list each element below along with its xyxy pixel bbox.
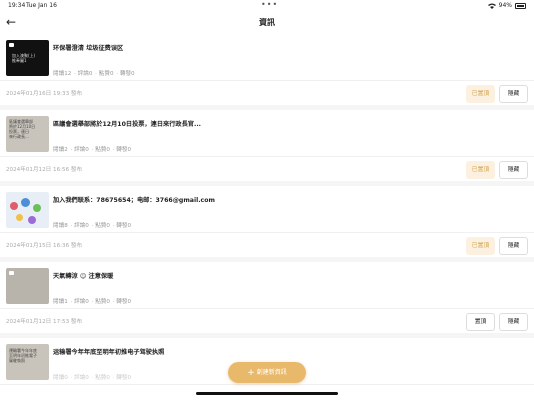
news-stats: 閱讀0 · 評論0 · 點贊0 · 轉發0 [53,375,132,381]
hide-button[interactable]: 隱藏 [499,85,528,103]
illustration-icon [28,216,36,224]
thumbnail-text: 運輸署今年年底 至明年初推電子 駕駛執照 [9,348,37,363]
likes-count: 點贊0 [95,299,110,305]
news-thumbnail: 區議會選舉部 將於12月10日 投票，連日 來行政長... [6,116,49,152]
status-bar: 19:34 Tue Jan 16 ••• 94% [0,0,534,12]
likes-count: 點贊0 [95,375,110,381]
create-news-label: 創建新資訊 [256,369,287,376]
publish-date: 2024年01月12日 17:53 發布 [6,319,83,325]
news-title: 环保署澄清 垃圾征费误区 [53,45,124,52]
publish-date: 2024年01月12日 16:56 發布 [6,167,83,173]
thumbnail-text: 區議會選舉部 將於12月10日 投票，連日 來行政長... [9,119,36,139]
wifi-icon [487,3,496,9]
shares-count: 轉發0 [116,299,132,305]
create-news-button[interactable]: + 創建新資訊 [228,362,306,383]
pin-button[interactable]: 置頂 [466,313,495,331]
news-card[interactable]: 區議會選舉部 將於12月10日 投票，連日 來行政長... 區議會選舉部將於12… [0,110,534,181]
video-icon [9,43,14,47]
video-icon [9,271,14,275]
publish-date: 2024年01月16日 19:33 發布 [6,91,83,97]
news-thumbnail: 運輸署今年年底 至明年初推電子 駕駛執照 [6,344,49,380]
divider [0,308,534,309]
likes-count: 點贊0 [95,147,110,153]
likes-count: 點贊0 [98,71,114,77]
views-count: 閱讀12 [53,71,72,77]
news-stats: 閱讀12 · 評論0 · 點贊0 · 轉發0 [53,71,135,77]
news-stats: 閱讀1 · 評論0 · 點贊0 · 轉發0 [53,299,132,305]
comments-count: 評論0 [74,375,89,381]
hide-button[interactable]: 隱藏 [499,161,528,179]
plus-icon: + [247,368,255,378]
news-title: 加入我們联系：78675654；电邮：3766@gmail.com [53,197,215,204]
thumbnail-text: 加入澳聚(上) 推奉圖1 [12,53,36,63]
battery-icon [515,2,526,9]
divider [0,384,534,385]
illustration-icon [21,198,30,207]
news-title: 运输署今年年底至明年初推电子驾驶执照 [53,349,165,356]
divider [0,156,534,157]
divider [0,80,534,81]
likes-count: 點贊0 [95,223,110,229]
pinned-button[interactable]: 已置頂 [466,85,495,103]
illustration-icon [16,214,23,221]
news-card[interactable]: 天氣轉涼 ☺ 注意保暖 閱讀1 · 評論0 · 點贊0 · 轉發0 2024年0… [0,262,534,333]
shares-count: 轉發0 [119,71,135,77]
news-thumbnail: 加入澳聚(上) 推奉圖1 [6,40,49,76]
news-thumbnail [6,192,49,228]
shares-count: 轉發0 [116,147,132,153]
news-card[interactable]: 加入澳聚(上) 推奉圖1 环保署澄清 垃圾征费误区 閱讀12 · 評論0 · 點… [0,34,534,105]
views-count: 閱讀0 [53,375,68,381]
page-title: 資訊 [259,18,275,27]
views-count: 閱讀2 [53,147,68,153]
comments-count: 評論0 [74,223,89,229]
illustration-icon [33,204,41,212]
status-time: 19:34 [8,2,26,9]
hide-button[interactable]: 隱藏 [499,237,528,255]
news-stats: 閱讀2 · 評論0 · 點贊0 · 轉發0 [53,147,132,153]
news-card[interactable]: 加入我們联系：78675654；电邮：3766@gmail.com 閱讀8 · … [0,186,534,257]
nav-bar: ← 資訊 [0,12,534,34]
shares-count: 轉發0 [116,375,132,381]
publish-date: 2024年01月15日 16:36 發布 [6,243,83,249]
comments-count: 評論0 [77,71,93,77]
news-thumbnail [6,268,49,304]
pinned-button[interactable]: 已置頂 [466,237,495,255]
home-indicator[interactable] [196,392,338,395]
hide-button[interactable]: 隱藏 [499,313,528,331]
battery-percent: 94% [498,2,512,9]
views-count: 閱讀1 [53,299,68,305]
news-title: 區議會選舉部將於12月10日投票，連日來行政長官... [53,121,202,128]
status-date: Tue Jan 16 [26,2,57,9]
illustration-icon [10,202,18,210]
comments-count: 評論0 [74,147,89,153]
news-title: 天氣轉涼 ☺ 注意保暖 [53,273,114,280]
views-count: 閱讀8 [53,223,68,229]
pinned-button[interactable]: 已置頂 [466,161,495,179]
shares-count: 轉發0 [116,223,132,229]
comments-count: 評論0 [74,299,89,305]
news-stats: 閱讀8 · 評論0 · 點贊0 · 轉發0 [53,223,132,229]
multitask-dots-icon[interactable]: ••• [261,0,278,9]
divider [0,232,534,233]
